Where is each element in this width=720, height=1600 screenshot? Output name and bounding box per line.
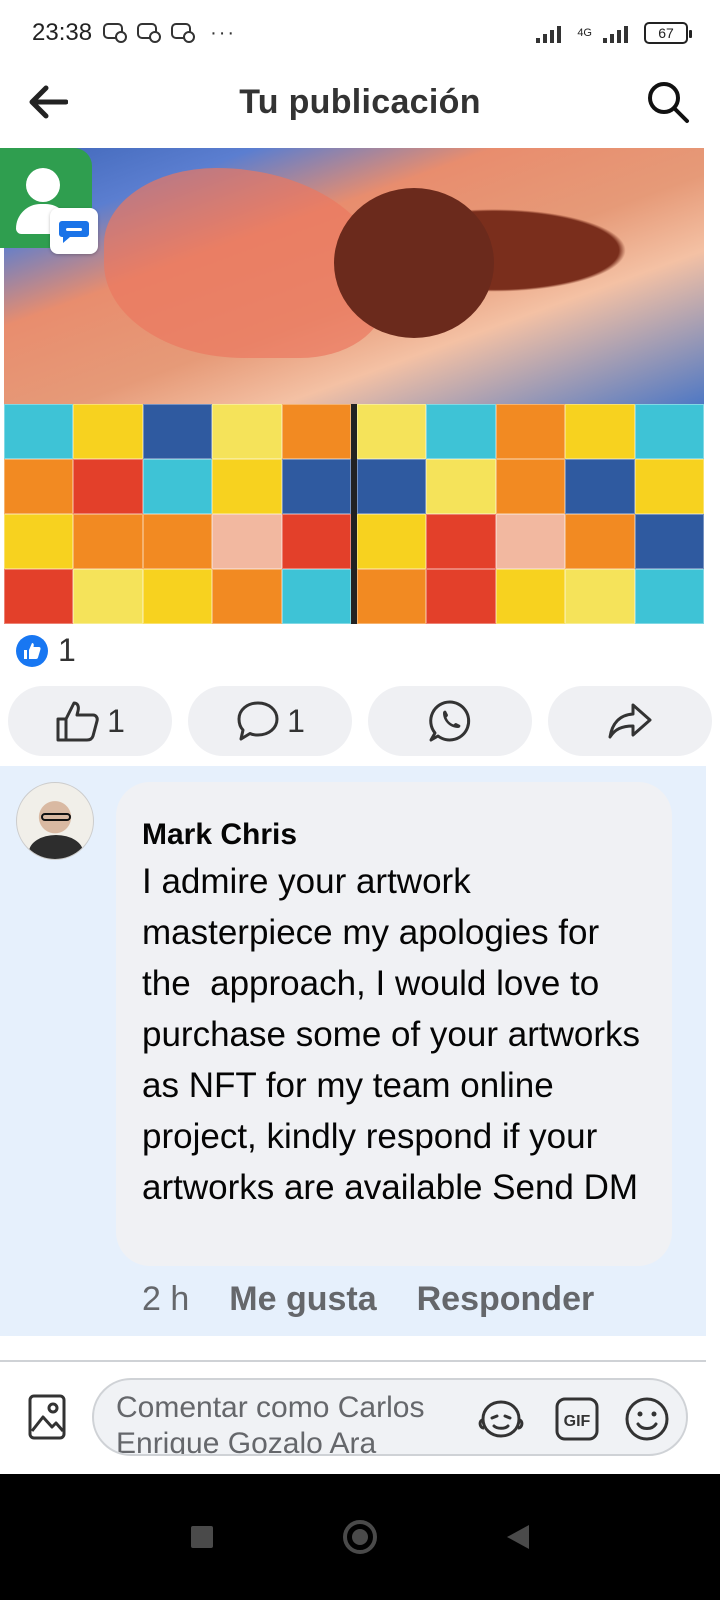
artwork-tapestry (4, 148, 704, 404)
status-notifications (102, 22, 196, 44)
like-reaction-icon (16, 634, 48, 667)
chat-notification-icon (137, 23, 162, 43)
post-actions: 1 1 (8, 686, 712, 756)
post-image[interactable] (0, 148, 706, 624)
comment-like-button[interactable]: Me gusta (229, 1280, 376, 1319)
arrow-left-icon (29, 85, 68, 119)
comment-text: I admire your artwork masterpiece my apo… (142, 862, 650, 1207)
battery-icon: 67 (644, 22, 692, 44)
more-notifications-icon: ··· (210, 21, 237, 44)
status-time: 23:38 (32, 19, 93, 46)
back-nav-button[interactable] (494, 1513, 542, 1561)
avatar[interactable] (16, 782, 94, 860)
smiley-icon (625, 1397, 669, 1441)
comment-bubble[interactable]: Mark Chris I admire your artwork masterp… (116, 782, 672, 1266)
app-header: Tu publicación (0, 66, 720, 138)
signal-icon (536, 26, 562, 43)
comment-time: 2 h (142, 1280, 190, 1318)
comment-author[interactable]: Mark Chris (142, 818, 646, 852)
signal-icon-2 (603, 26, 628, 43)
gif-icon: GIF (555, 1397, 599, 1441)
status-right: 4G 67 (535, 22, 692, 44)
add-photo-button[interactable] (22, 1390, 72, 1444)
comment-reply-button[interactable]: Responder (417, 1280, 595, 1319)
page-title: Tu publicación (239, 82, 481, 121)
triangle-back-icon (507, 1525, 529, 1549)
image-icon (28, 1394, 66, 1440)
messages-app-bubble[interactable] (0, 148, 98, 254)
quilt-left (4, 404, 351, 624)
comment-composer: Comentar como Carlos Enrique Gozalo Ara … (0, 1362, 720, 1474)
back-button[interactable] (26, 80, 70, 124)
chat-bubble-icon (59, 221, 89, 243)
emoji-button[interactable] (622, 1394, 672, 1444)
avatar-sticker-icon (478, 1400, 524, 1438)
home-circle-icon (343, 1520, 377, 1554)
messages-badge-icon (50, 208, 98, 254)
whatsapp-share-button[interactable] (368, 686, 532, 756)
search-button[interactable] (644, 78, 692, 126)
glasses-icon (41, 813, 71, 821)
comment-input-placeholder: Comentar como Carlos Enrique Gozalo Ara (116, 1391, 425, 1456)
home-button[interactable] (336, 1513, 384, 1561)
reaction-count: 1 (58, 632, 76, 668)
comment-meta: 2 h Me gusta Responder (142, 1280, 594, 1319)
chat-notification-icon (171, 23, 196, 43)
comment-icon (237, 701, 279, 741)
square-icon (191, 1526, 213, 1548)
comment-count: 1 (287, 702, 305, 739)
status-bar: 23:38 ··· 4G 67 (0, 0, 720, 66)
comment-thread: Mark Chris I admire your artwork masterp… (0, 766, 706, 1336)
battery-level: 67 (658, 25, 674, 41)
search-icon (648, 82, 689, 123)
contact-icon (26, 168, 60, 202)
share-arrow-icon (608, 703, 652, 739)
system-nav-bar (0, 1474, 720, 1600)
avatar-sticker-button[interactable] (476, 1394, 526, 1444)
comment-input[interactable]: Comentar como Carlos Enrique Gozalo Ara … (92, 1378, 688, 1456)
gif-button[interactable]: GIF (552, 1394, 602, 1444)
like-count: 1 (107, 702, 125, 739)
comment-button[interactable]: 1 (188, 686, 352, 756)
network-type: 4G (577, 27, 592, 39)
thumbs-up-icon (56, 701, 99, 742)
quilt-right (357, 404, 704, 624)
whatsapp-icon (429, 700, 471, 742)
artwork-quilts (4, 404, 704, 624)
chat-notification-icon (103, 23, 128, 43)
reactions-summary[interactable]: 1 (16, 632, 76, 669)
share-button[interactable] (548, 686, 712, 756)
svg-text:GIF: GIF (564, 1413, 591, 1430)
like-button[interactable]: 1 (8, 686, 172, 756)
recents-button[interactable] (178, 1513, 226, 1561)
